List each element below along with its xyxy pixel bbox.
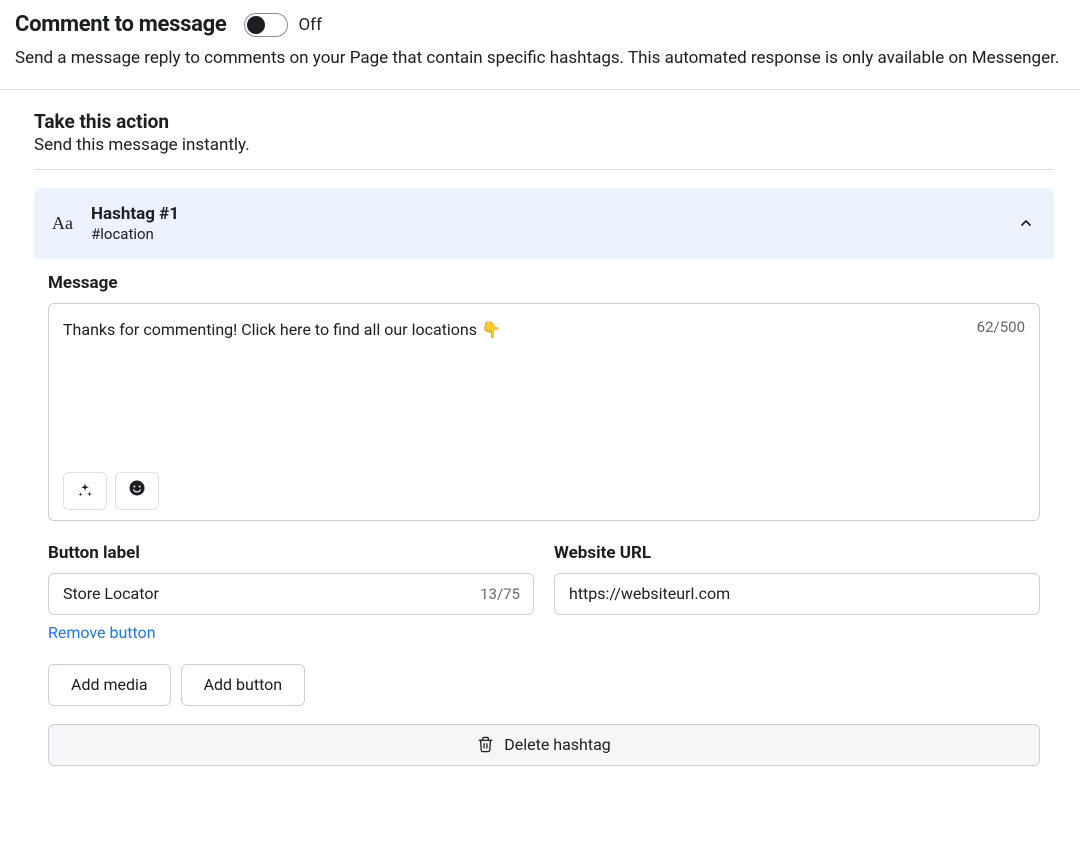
- action-subtitle: Send this message instantly.: [34, 135, 1054, 155]
- toggle-knob: [247, 16, 265, 34]
- smiley-icon: [128, 479, 146, 502]
- trash-icon: [477, 736, 494, 753]
- message-editor[interactable]: Thanks for commenting! Click here to fin…: [48, 303, 1040, 521]
- hashtag-header[interactable]: Aa Hashtag #1 #location: [34, 188, 1054, 259]
- button-label-heading: Button label: [48, 543, 534, 563]
- hashtag-value: #location: [91, 225, 1000, 243]
- page-header: Comment to message Off Send a message re…: [0, 0, 1080, 90]
- emoji-button[interactable]: [115, 472, 159, 510]
- message-text[interactable]: Thanks for commenting! Click here to fin…: [63, 318, 1025, 341]
- page-description: Send a message reply to comments on your…: [15, 47, 1065, 71]
- feature-toggle[interactable]: [244, 13, 288, 37]
- toggle-state-label: Off: [298, 15, 322, 35]
- remove-button-link[interactable]: Remove button: [48, 623, 534, 642]
- hashtag-card: Aa Hashtag #1 #location Message Thanks f…: [34, 188, 1054, 780]
- message-label: Message: [48, 273, 1040, 293]
- website-url-input[interactable]: [554, 573, 1040, 615]
- website-url-heading: Website URL: [554, 543, 1040, 563]
- action-title: Take this action: [34, 110, 1054, 133]
- chevron-up-icon: [1018, 215, 1034, 231]
- divider: [34, 169, 1054, 170]
- hashtag-title: Hashtag #1: [91, 204, 1000, 224]
- button-label-input[interactable]: [48, 573, 534, 615]
- text-style-icon: Aa: [52, 213, 73, 234]
- add-button-button[interactable]: Add button: [181, 664, 306, 706]
- page-title: Comment to message: [15, 12, 226, 37]
- message-char-count: 62/500: [977, 318, 1025, 336]
- delete-hashtag-button[interactable]: Delete hashtag: [48, 724, 1040, 766]
- main-content: Take this action Send this message insta…: [0, 90, 1080, 810]
- add-media-button[interactable]: Add media: [48, 664, 171, 706]
- delete-hashtag-label: Delete hashtag: [504, 735, 611, 754]
- ai-sparkle-button[interactable]: [63, 472, 107, 510]
- hashtag-body: Message Thanks for commenting! Click her…: [34, 259, 1054, 780]
